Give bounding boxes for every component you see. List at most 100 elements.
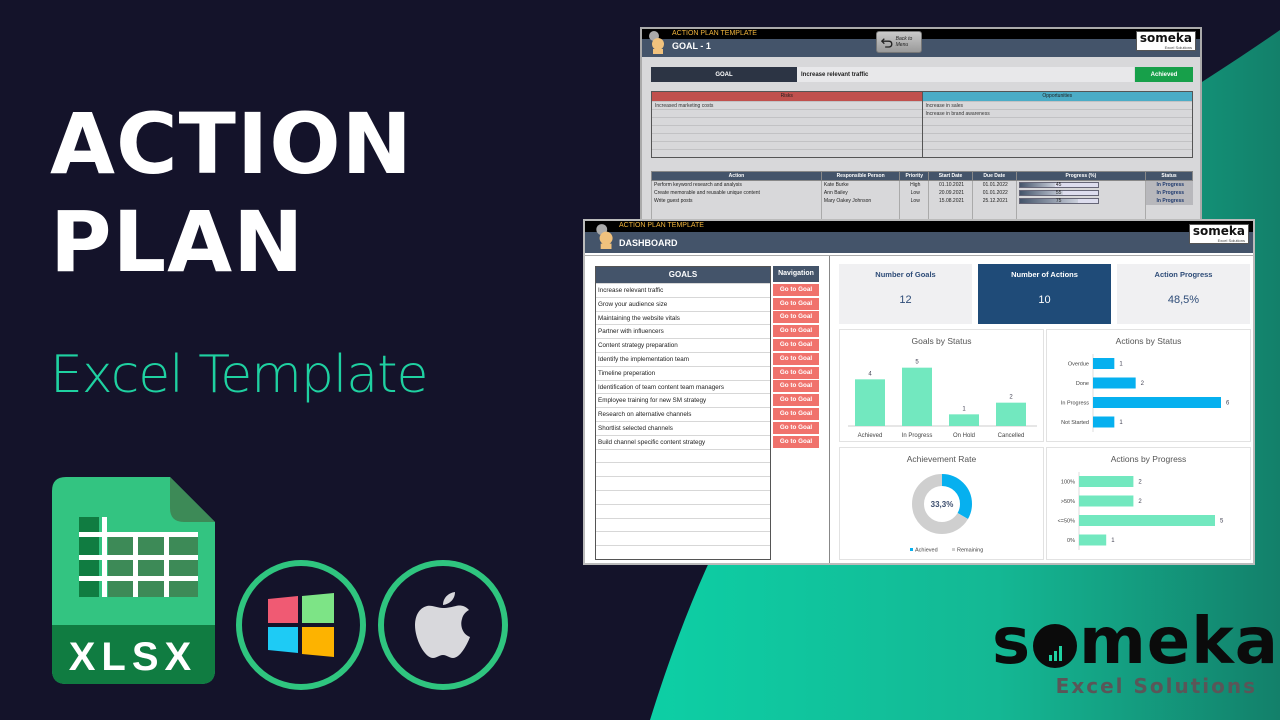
goal-value[interactable]: Increase relevant traffic: [797, 67, 1134, 82]
opportunity-cell[interactable]: [922, 125, 1192, 133]
risk-cell[interactable]: [652, 149, 922, 157]
status-cell[interactable]: In Progress: [1145, 196, 1193, 205]
actions-table: Action Responsible Person Priority Start Da…: [651, 171, 1193, 221]
brand-name-suffix: meka: [1079, 605, 1279, 679]
priority-cell[interactable]: Low: [899, 188, 929, 197]
apple-badge: [378, 560, 508, 690]
column-header: Responsible Person: [820, 171, 901, 181]
opportunity-cell[interactable]: [922, 133, 1192, 141]
bar: [902, 367, 932, 426]
bar: [1079, 495, 1134, 507]
go-to-goal-button[interactable]: Go to Goal: [773, 297, 819, 310]
progress-cell[interactable]: 75: [1015, 196, 1146, 205]
actions-by-progress-chart: Actions by Progress 2 100% 2 >50% 5 <=50% 1 0%: [1046, 447, 1251, 560]
column-header: Action: [651, 171, 822, 181]
goal-list-item: Grow your audience size: [596, 296, 770, 311]
navigation-column: Navigation Go to Goal Go to Goal Go to Goa…: [773, 266, 819, 448]
dashboard-header: ACTION PLAN TEMPLATE DASHBOARD someka Ex…: [585, 221, 1253, 253]
tick-label: On Hold: [953, 433, 975, 439]
column-header: Progress (%): [1015, 171, 1147, 181]
go-to-goal-button[interactable]: Go to Goal: [773, 325, 819, 338]
bar: [1093, 416, 1115, 428]
go-to-goal-button[interactable]: Go to Goal: [773, 283, 819, 296]
kpi-value: 12: [899, 294, 912, 306]
logo-sub: Excel Solutions: [1164, 45, 1192, 50]
empty-cell[interactable]: [820, 204, 900, 213]
go-to-goal-button[interactable]: Go to Goal: [773, 338, 819, 351]
dashboard-window: ACTION PLAN TEMPLATE DASHBOARD someka Ex…: [583, 219, 1255, 565]
tick-label: 0%: [1067, 538, 1075, 544]
action-cell[interactable]: Write guest posts: [651, 196, 822, 205]
goal-status-badge[interactable]: Achieved: [1135, 67, 1193, 82]
logo-sub: Excel Solutions: [1217, 238, 1245, 243]
risk-cell[interactable]: [652, 125, 922, 133]
status-cell[interactable]: In Progress: [1145, 188, 1193, 197]
opportunity-cell[interactable]: [922, 141, 1192, 149]
action-cell[interactable]: Create memorable and reusable unique con…: [651, 188, 822, 197]
empty-cell[interactable]: [928, 204, 973, 213]
progress-cell[interactable]: 55: [1015, 188, 1146, 197]
actions-by-status-chart: Actions by Status 1 Overdue 2 Done 6 In Progr…: [1046, 329, 1251, 442]
risk-cell[interactable]: [652, 133, 922, 141]
start-date-cell[interactable]: 20.09.2021: [928, 188, 973, 197]
action-cell[interactable]: Perform keyword research and analysis: [651, 180, 822, 189]
go-to-goal-button[interactable]: Go to Goal: [773, 311, 819, 324]
go-to-goal-button[interactable]: Go to Goal: [773, 407, 819, 420]
risk-cell[interactable]: [652, 109, 922, 117]
kpi-number-of-goals: Number of Goals 12: [839, 264, 972, 324]
opportunity-cell[interactable]: Increase in brand awareness: [922, 109, 1192, 117]
empty-cell[interactable]: [1015, 204, 1146, 213]
gear-person-icon: [596, 224, 613, 249]
goal-list-item: [596, 462, 770, 476]
xlsx-label: XLSX: [69, 635, 197, 679]
tick-label: <=50%: [1058, 519, 1076, 525]
opportunity-cell[interactable]: [922, 117, 1192, 125]
bar: [996, 402, 1026, 426]
empty-cell[interactable]: [971, 204, 1017, 213]
go-to-goal-button[interactable]: Go to Goal: [773, 421, 819, 434]
status-cell[interactable]: In Progress: [1145, 180, 1193, 189]
chart-o-icon: [1033, 624, 1078, 668]
goal-list-item: Research on alternative channels: [596, 407, 770, 421]
progress-bar: 75: [1018, 197, 1099, 204]
person-cell[interactable]: Ann Bailey: [820, 188, 900, 197]
back-to-menu-button[interactable]: Back to Menu: [876, 31, 922, 53]
risk-cell[interactable]: Increased marketing costs: [652, 101, 922, 109]
bar: [1093, 358, 1115, 369]
go-to-goal-button[interactable]: Go to Goal: [773, 366, 819, 379]
progress-bar: 45: [1018, 181, 1099, 188]
progress-cell[interactable]: 45: [1015, 180, 1146, 189]
go-to-goal-button[interactable]: Go to Goal: [773, 380, 819, 393]
person-cell[interactable]: Mary Oakey Johnson: [820, 196, 900, 205]
data-label: 2: [1138, 480, 1142, 486]
tick-label: Not Started: [1061, 420, 1089, 426]
risk-cell[interactable]: [652, 117, 922, 125]
start-date-cell[interactable]: 01.10.2021: [928, 180, 973, 189]
goals-header: GOALS: [596, 267, 770, 283]
risk-cell[interactable]: [652, 141, 922, 149]
priority-cell[interactable]: High: [899, 180, 929, 189]
opportunity-cell[interactable]: Increase in sales: [922, 101, 1192, 109]
opportunities-header: Opportunities: [922, 92, 1192, 101]
opportunity-cell[interactable]: [922, 149, 1192, 157]
due-date-cell[interactable]: 25.12.2021: [971, 196, 1017, 205]
go-to-goal-button[interactable]: Go to Goal: [773, 352, 819, 365]
due-date-cell[interactable]: 01.01.2022: [971, 188, 1017, 197]
go-to-goal-button[interactable]: Go to Goal: [773, 435, 819, 448]
priority-cell[interactable]: Low: [899, 196, 929, 205]
start-date-cell[interactable]: 15.08.2021: [928, 196, 973, 205]
due-date-cell[interactable]: 01.01.2022: [971, 180, 1017, 189]
someka-small-logo: someka Excel Solutions: [1188, 224, 1249, 244]
kpi-number-of-actions: Number of Actions 10: [978, 264, 1111, 324]
person-cell[interactable]: Kate Burke: [820, 180, 900, 189]
goal-list-item: Content strategy preparation: [596, 338, 770, 352]
legend-label: Remaining: [957, 548, 983, 554]
empty-cell[interactable]: [899, 204, 929, 213]
chart-title: Goals by Status: [911, 336, 972, 346]
goal-list-item: Identification of team content team mana…: [596, 379, 770, 394]
empty-cell[interactable]: [651, 204, 822, 213]
undo-arrow-icon: [881, 38, 893, 48]
go-to-goal-button[interactable]: Go to Goal: [773, 394, 819, 407]
goal-list-item: [596, 448, 770, 463]
empty-cell[interactable]: [1145, 204, 1193, 213]
